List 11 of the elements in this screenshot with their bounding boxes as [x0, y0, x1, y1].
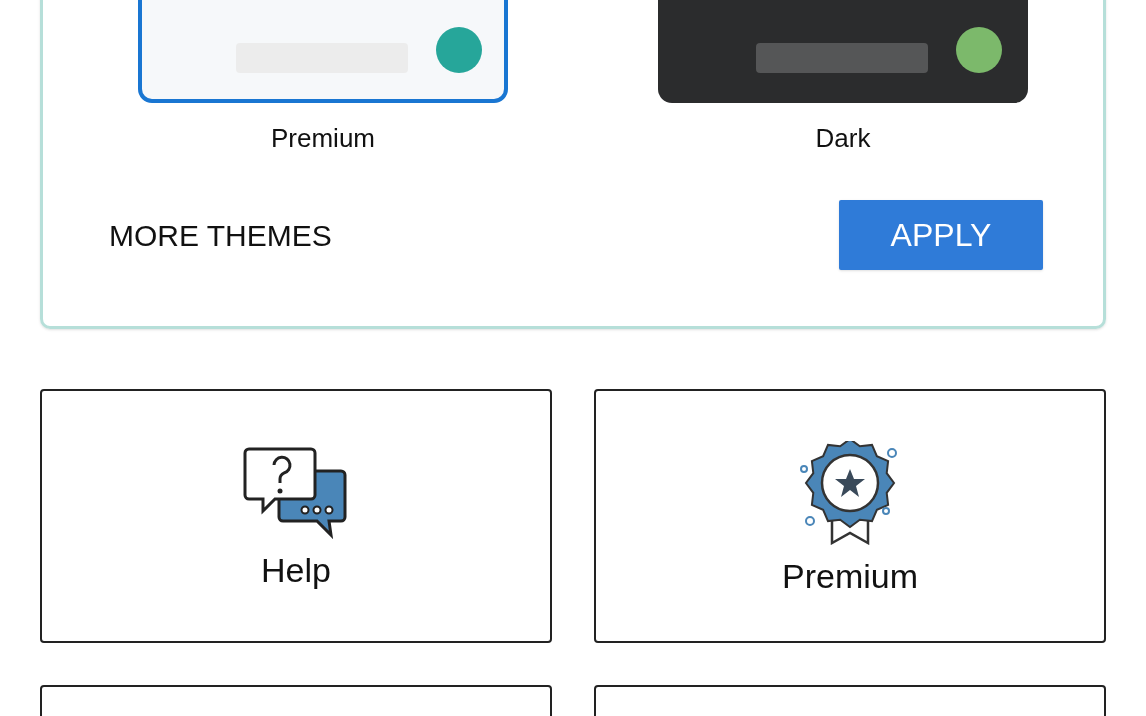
- menu-tile[interactable]: Help: [40, 389, 552, 643]
- apply-button[interactable]: APPLY: [839, 200, 1043, 270]
- menu-tile[interactable]: Premium: [594, 389, 1106, 643]
- chat-bubbles-icon: [243, 446, 349, 539]
- theme-name: Dark: [815, 122, 871, 155]
- theme-preview-card[interactable]: [138, 0, 508, 103]
- theme-preview-card[interactable]: [658, 0, 1028, 103]
- tile-label: Help: [261, 549, 331, 591]
- theme-name: Premium: [271, 122, 375, 155]
- tile-label: Premium: [782, 555, 918, 597]
- more-themes-button[interactable]: MORE THEMES: [109, 212, 332, 258]
